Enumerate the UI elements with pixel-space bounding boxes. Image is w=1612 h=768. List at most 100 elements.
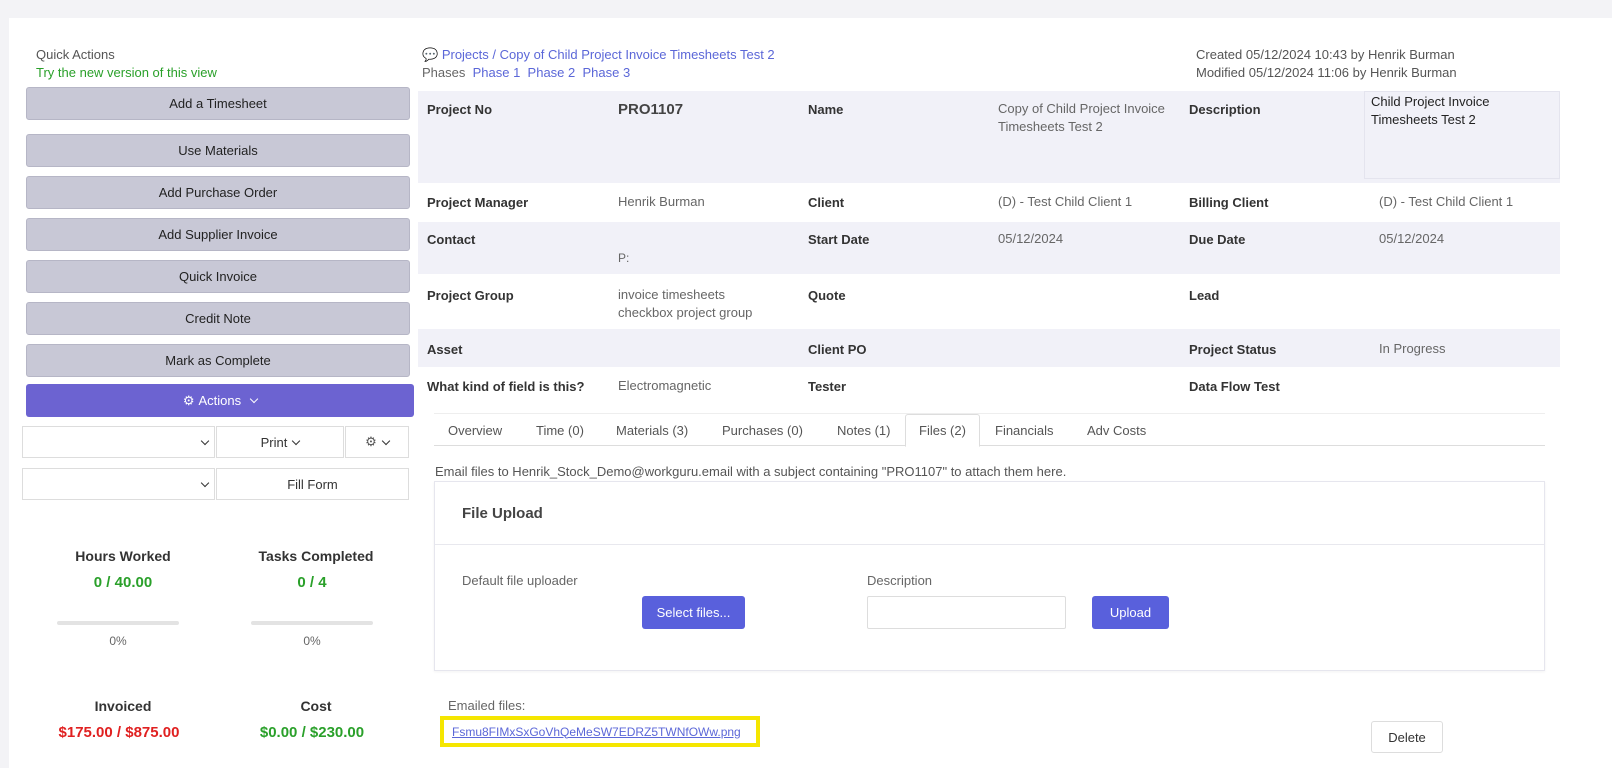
print-button[interactable]: Print <box>216 426 344 458</box>
tab-purchases[interactable]: Purchases (0) <box>709 414 816 447</box>
credit-note-button[interactable]: Credit Note <box>26 302 410 335</box>
select-files-button[interactable]: Select files... <box>642 596 745 629</box>
phases-row: Phases Phase 1 Phase 2 Phase 3 <box>422 65 630 80</box>
print-label: Print <box>260 434 288 450</box>
try-new-view-link[interactable]: Try the new version of this view <box>36 65 217 80</box>
add-timesheet-button[interactable]: Add a Timesheet <box>26 87 410 120</box>
contact-phone: P: <box>618 251 630 265</box>
chevron-down-icon <box>249 394 259 404</box>
hours-worked-percent: 0% <box>109 634 127 648</box>
gear-icon: ⚙ <box>365 434 377 449</box>
description-label: Description <box>1189 102 1261 117</box>
project-group-label: Project Group <box>427 288 514 303</box>
emailed-file-highlight: Fsmu8FIMxSxGoVhQeMeSW7EDRZ5TWNfOWw.png <box>440 716 760 747</box>
upload-button[interactable]: Upload <box>1092 596 1169 629</box>
due-date-value: 05/12/2024 <box>1379 231 1445 246</box>
field-kind-label: What kind of field is this? <box>427 379 585 394</box>
add-supplier-invoice-button[interactable]: Add Supplier Invoice <box>26 218 410 251</box>
tab-notes[interactable]: Notes (1) <box>824 414 903 447</box>
hours-worked-value: 0 / 40.00 <box>93 574 153 591</box>
due-date-label: Due Date <box>1189 232 1246 247</box>
client-link[interactable]: (D) - Test Child Client 1 <box>998 193 1132 211</box>
template-select[interactable] <box>22 426 215 458</box>
delete-button[interactable]: Delete <box>1371 721 1443 753</box>
data-flow-test-label: Data Flow Test <box>1189 379 1280 394</box>
phase-3-link[interactable]: Phase 3 <box>582 65 630 80</box>
project-no-label: Project No <box>427 102 493 117</box>
field-kind-value: Electromagnetic <box>618 378 712 393</box>
actions-label: Actions <box>198 393 242 408</box>
tab-materials[interactable]: Materials (3) <box>603 414 701 447</box>
chevron-down-icon <box>381 436 391 445</box>
hours-worked-progress <box>57 621 179 625</box>
add-purchase-order-button[interactable]: Add Purchase Order <box>26 176 410 209</box>
tab-files[interactable]: Files (2) <box>905 414 980 447</box>
project-group-link-1[interactable]: invoice timesheets <box>618 286 725 304</box>
tab-overview[interactable]: Overview <box>435 414 515 447</box>
phase-1-link[interactable]: Phase 1 <box>473 65 521 80</box>
tasks-completed-percent: 0% <box>303 634 321 648</box>
cost-value: $0.00 / $230.00 <box>259 724 365 741</box>
project-status-label: Project Status <box>1189 342 1277 357</box>
name-value: Copy of Child Project Invoice Timesheets… <box>998 101 1165 134</box>
page: Quick Actions Try the new version of thi… <box>9 18 1612 768</box>
project-status-value: In Progress <box>1379 341 1446 356</box>
email-files-note: Email files to Henrik_Stock_Demo@workgur… <box>435 464 1067 479</box>
quick-actions-title: Quick Actions <box>36 47 115 62</box>
tab-adv-costs[interactable]: Adv Costs <box>1074 414 1159 447</box>
emailed-files-label: Emailed files: <box>448 698 526 713</box>
asset-label: Asset <box>427 342 463 357</box>
project-tabs: Overview Time (0) Materials (3) Purchase… <box>434 413 1545 447</box>
emailed-file-link[interactable]: Fsmu8FIMxSxGoVhQeMeSW7EDRZ5TWNfOWw.png <box>452 725 741 739</box>
use-materials-button[interactable]: Use Materials <box>26 134 410 167</box>
billing-client-link[interactable]: (D) - Test Child Client 1 <box>1379 193 1513 211</box>
description-text: Child Project Invoice Timesheets Test 2 <box>1371 94 1490 127</box>
tab-financials[interactable]: Financials <box>982 414 1067 447</box>
tab-time[interactable]: Time (0) <box>523 414 597 447</box>
project-group-link-2[interactable]: checkbox project group <box>618 304 752 322</box>
actions-dropdown-button[interactable]: ⚙ Actions <box>26 384 414 417</box>
breadcrumb[interactable]: 💬 Projects / Copy of Child Project Invoi… <box>422 47 775 63</box>
tester-label: Tester <box>808 379 847 394</box>
client-label: Client <box>808 195 845 210</box>
form-select[interactable] <box>22 468 215 500</box>
fill-form-button[interactable]: Fill Form <box>216 468 409 500</box>
billing-client-label: Billing Client <box>1189 195 1269 210</box>
settings-dropdown[interactable]: ⚙ <box>345 426 409 458</box>
divider <box>435 544 1544 545</box>
description-input[interactable] <box>867 596 1066 629</box>
quote-label: Quote <box>808 288 846 303</box>
tasks-completed-progress <box>251 621 373 625</box>
project-no-value: PRO1107 <box>618 101 684 118</box>
quick-invoice-button[interactable]: Quick Invoice <box>26 260 410 293</box>
created-info: Created 05/12/2024 10:43 by Henrik Burma… <box>1196 47 1455 62</box>
file-upload-title: File Upload <box>462 505 543 522</box>
gear-icon: ⚙ <box>182 392 195 408</box>
invoiced-value: $175.00 / $875.00 <box>58 724 180 741</box>
breadcrumb-link[interactable]: Projects / Copy of Child Project Invoice… <box>442 47 775 62</box>
phase-2-link[interactable]: Phase 2 <box>528 65 576 80</box>
chevron-down-icon <box>292 436 301 445</box>
chevron-down-icon <box>200 478 210 487</box>
modified-info: Modified 05/12/2024 11:06 by Henrik Burm… <box>1196 65 1457 80</box>
hours-worked-label: Hours Worked <box>75 548 171 564</box>
comments-icon: 💬 <box>422 47 439 62</box>
name-label: Name <box>808 102 844 117</box>
chevron-down-icon <box>200 436 210 445</box>
description-textarea[interactable]: Child Project Invoice Timesheets Test 2 <box>1364 91 1560 179</box>
start-date-value: 05/12/2024 <box>998 231 1064 246</box>
invoiced-label: Invoiced <box>94 698 152 714</box>
project-manager-value: Henrik Burman <box>618 194 705 209</box>
tasks-completed-label: Tasks Completed <box>258 548 374 564</box>
contact-label: Contact <box>427 232 476 247</box>
description-field-label: Description <box>867 573 933 588</box>
phases-label: Phases <box>422 65 466 80</box>
project-manager-label: Project Manager <box>427 195 529 210</box>
file-upload-panel: File Upload Default file uploader Select… <box>434 481 1545 671</box>
client-po-label: Client PO <box>808 342 867 357</box>
mark-complete-button[interactable]: Mark as Complete <box>26 344 410 377</box>
start-date-label: Start Date <box>808 232 870 247</box>
tasks-completed-value: 0 / 4 <box>297 574 327 591</box>
default-uploader-label: Default file uploader <box>462 573 578 588</box>
lead-label: Lead <box>1189 288 1220 303</box>
